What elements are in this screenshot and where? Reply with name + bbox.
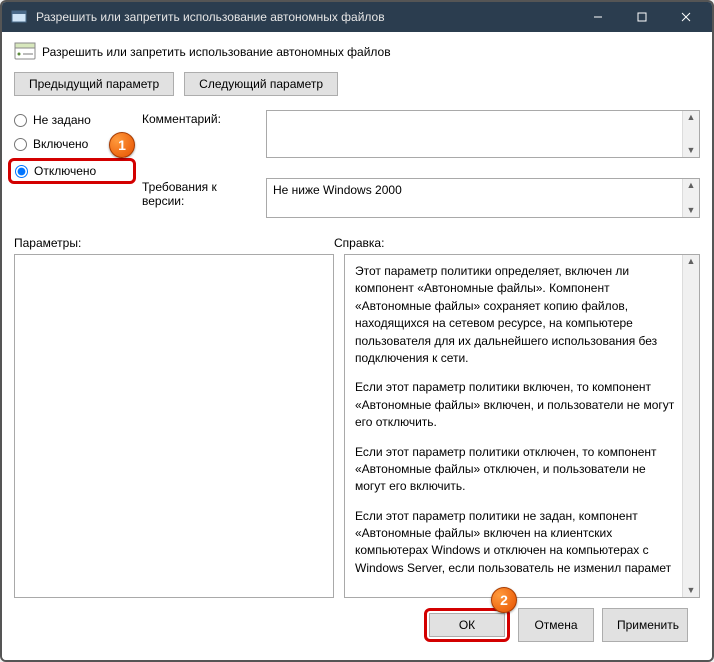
supported-value: Не ниже Windows 2000 — [273, 183, 402, 197]
supported-textarea: Не ниже Windows 2000 ▲ ▼ — [266, 178, 700, 218]
cancel-button[interactable]: Отмена — [518, 608, 594, 642]
dialog-content: Разрешить или запретить использование ав… — [2, 32, 712, 660]
annotation-badge-1: 1 — [109, 132, 135, 158]
radio-not-configured-input[interactable] — [14, 114, 27, 127]
settings-mid: Не задано Включено Отключено 1 Комментар… — [14, 110, 700, 218]
maximize-button[interactable] — [620, 2, 664, 32]
header-title: Разрешить или запретить использование ав… — [42, 45, 391, 59]
annotation-highlight-2: ОК 2 — [424, 608, 510, 642]
scroll-down-icon: ▼ — [687, 206, 696, 215]
window-title: Разрешить или запретить использование ав… — [36, 10, 576, 24]
help-paragraph: Если этот параметр политики не задан, ко… — [355, 508, 675, 578]
radio-disabled[interactable]: Отключено — [15, 164, 96, 178]
options-label: Параметры: — [14, 236, 334, 250]
help-panel: Этот параметр политики определяет, включ… — [344, 254, 700, 598]
policy-icon — [10, 8, 28, 26]
ok-button[interactable]: ОК — [429, 613, 505, 637]
comment-row: Комментарий: ▲ ▼ — [142, 110, 700, 158]
scroll-up-icon: ▲ — [687, 113, 696, 122]
dialog-window: Разрешить или запретить использование ав… — [0, 0, 714, 662]
scroll-up-icon: ▲ — [687, 181, 696, 190]
radio-label: Отключено — [34, 164, 96, 178]
help-label: Справка: — [334, 236, 384, 250]
radio-not-configured[interactable]: Не задано — [14, 113, 130, 127]
lower-panels: Этот параметр политики определяет, включ… — [14, 254, 700, 598]
scrollbar[interactable]: ▲ ▼ — [682, 111, 699, 157]
help-paragraph: Если этот параметр политики отключен, то… — [355, 444, 675, 496]
comment-textarea[interactable]: ▲ ▼ — [266, 110, 700, 158]
dialog-footer: ОК 2 Отмена Применить — [14, 598, 700, 652]
next-setting-button[interactable]: Следующий параметр — [184, 72, 338, 96]
meta-column: Комментарий: ▲ ▼ Требования к версии: Не… — [142, 110, 700, 218]
help-paragraph: Этот параметр политики определяет, включ… — [355, 263, 675, 367]
help-paragraph: Если этот параметр политики включен, то … — [355, 379, 675, 431]
previous-setting-button[interactable]: Предыдущий параметр — [14, 72, 174, 96]
options-panel — [14, 254, 334, 598]
header-row: Разрешить или запретить использование ав… — [14, 42, 700, 62]
supported-row: Требования к версии: Не ниже Windows 200… — [142, 178, 700, 218]
nav-row: Предыдущий параметр Следующий параметр — [14, 72, 700, 96]
scroll-up-icon: ▲ — [687, 257, 696, 266]
scroll-down-icon: ▼ — [687, 146, 696, 155]
radio-enabled-input[interactable] — [14, 138, 27, 151]
lower-labels: Параметры: Справка: — [14, 236, 700, 250]
scroll-down-icon: ▼ — [687, 586, 696, 595]
annotation-highlight-1: Отключено — [8, 158, 136, 184]
policy-header-icon — [14, 42, 36, 62]
comment-label: Комментарий: — [142, 110, 258, 126]
annotation-badge-2: 2 — [491, 587, 517, 613]
apply-button[interactable]: Применить — [602, 608, 688, 642]
close-button[interactable] — [664, 2, 708, 32]
radio-label: Не задано — [33, 113, 91, 127]
scrollbar[interactable]: ▲ ▼ — [682, 179, 699, 217]
minimize-button[interactable] — [576, 2, 620, 32]
radio-label: Включено — [33, 137, 88, 151]
radio-disabled-input[interactable] — [15, 165, 28, 178]
titlebar: Разрешить или запретить использование ав… — [2, 2, 712, 32]
supported-label: Требования к версии: — [142, 178, 258, 208]
scrollbar[interactable]: ▲ ▼ — [682, 255, 699, 597]
state-radio-group: Не задано Включено Отключено 1 — [14, 110, 130, 218]
